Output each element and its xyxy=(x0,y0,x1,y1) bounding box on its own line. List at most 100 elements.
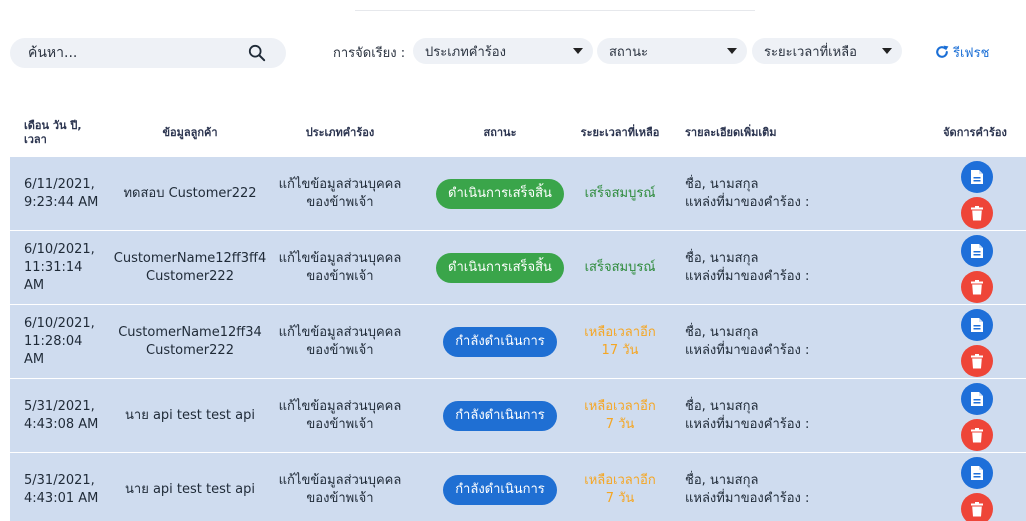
trash-icon xyxy=(971,501,983,516)
date-cell: 6/10/2021, 11:28:04 AM xyxy=(24,305,114,379)
view-request-button[interactable] xyxy=(961,235,993,267)
date-cell: 5/31/2021, 4:43:08 AM xyxy=(24,379,114,453)
customer-name: CustomerName12ff34 xyxy=(118,325,262,340)
header-remaining[interactable]: ระยะเวลาที่เหลือ xyxy=(580,110,660,156)
time-line-suffix: AM xyxy=(24,278,45,293)
delete-request-button[interactable] xyxy=(961,197,993,229)
trash-icon xyxy=(971,279,983,294)
header-date[interactable]: เดือน วัน ปี, เวลา xyxy=(24,110,104,156)
status-badge: กำลังดำเนินการ xyxy=(443,475,557,505)
customer-name: CustomerName12ff3ff4 xyxy=(113,251,267,266)
customer-name-line2: Customer222 xyxy=(146,343,234,358)
row-actions xyxy=(955,231,995,305)
remaining-days: 17 วัน xyxy=(601,343,639,358)
view-request-button[interactable] xyxy=(961,309,993,341)
table-row[interactable]: 6/11/2021, 9:23:44 AM ทดสอบ Customer222 … xyxy=(10,156,1026,230)
detail-name: ชื่อ, นามสกุล xyxy=(685,251,759,266)
delete-request-button[interactable] xyxy=(961,271,993,303)
status-cell: กำลังดำเนินการ xyxy=(430,305,570,379)
document-icon xyxy=(971,244,983,258)
table-row[interactable]: 5/31/2021, 4:43:08 AM นาย api test test … xyxy=(10,378,1026,452)
table-row[interactable]: 5/31/2021, 4:43:01 AM นาย api test test … xyxy=(10,452,1026,521)
delete-request-button[interactable] xyxy=(961,493,993,521)
remaining-cell: เหลือเวลาอีก 17 วัน xyxy=(580,305,660,379)
detail-source: แหล่งที่มาของคำร้อง : xyxy=(685,343,810,358)
details-cell: ชื่อ, นามสกุล แหล่งที่มาของคำร้อง : xyxy=(685,157,905,231)
refresh-button[interactable]: รีเฟรช xyxy=(934,40,989,64)
request-type: แก้ไขข้อมูลส่วนบุคคล xyxy=(278,399,402,414)
requests-table: เดือน วัน ปี, เวลา ข้อมูลลูกค้า ประเภทคำ… xyxy=(10,110,1026,521)
remaining-text: เหลือเวลาอีก xyxy=(584,399,656,414)
caret-down-icon xyxy=(882,48,892,54)
time-remaining-select[interactable]: ระยะเวลาที่เหลือ xyxy=(752,38,902,64)
caret-down-icon xyxy=(727,48,737,54)
time-line: 4:43:08 AM xyxy=(24,417,99,432)
status-badge: กำลังดำเนินการ xyxy=(443,401,557,431)
status-select[interactable]: สถานะ xyxy=(597,38,747,64)
header-customer[interactable]: ข้อมูลลูกค้า xyxy=(115,110,265,156)
customer-cell: CustomerName12ff34 Customer222 xyxy=(115,305,265,379)
view-request-button[interactable] xyxy=(961,161,993,193)
delete-request-button[interactable] xyxy=(961,419,993,451)
remaining-text: เหลือเวลาอีก xyxy=(584,325,656,340)
table-row[interactable]: 6/10/2021, 11:31:14 AM CustomerName12ff3… xyxy=(10,230,1026,304)
details-cell: ชื่อ, นามสกุล แหล่งที่มาของคำร้อง : xyxy=(685,305,905,379)
request-type: แก้ไขข้อมูลส่วนบุคคล xyxy=(278,325,402,340)
status-badge: กำลังดำเนินการ xyxy=(443,327,557,357)
trash-icon xyxy=(971,427,983,442)
customer-cell: นาย api test test api xyxy=(115,453,265,521)
remaining-cell: เหลือเวลาอีก 7 วัน xyxy=(580,453,660,521)
date-cell: 6/10/2021, 11:31:14 AM xyxy=(24,231,114,305)
status-cell: ดำเนินการเสร็จสิ้น xyxy=(430,231,570,305)
date-line: 5/31/2021, xyxy=(24,399,95,414)
request-type-line2: ของข้าพเจ้า xyxy=(306,343,374,358)
date-cell: 6/11/2021, 9:23:44 AM xyxy=(24,157,114,231)
delete-request-button[interactable] xyxy=(961,345,993,377)
row-actions xyxy=(955,157,995,231)
detail-source: แหล่งที่มาของคำร้อง : xyxy=(685,491,810,506)
search-icon[interactable] xyxy=(248,44,266,62)
time-remaining-select-value: ระยะเวลาที่เหลือ xyxy=(764,45,857,60)
customer-name: นาย api test test api xyxy=(125,482,255,497)
document-icon xyxy=(971,170,983,184)
status-cell: กำลังดำเนินการ xyxy=(430,379,570,453)
filter-bar: การจัดเรียง : ประเภทคำร้อง สถานะ ระยะเวล… xyxy=(0,30,1026,70)
request-type-select-value: ประเภทคำร้อง xyxy=(425,45,506,60)
detail-name: ชื่อ, นามสกุล xyxy=(685,177,759,192)
details-cell: ชื่อ, นามสกุล แหล่งที่มาของคำร้อง : xyxy=(685,379,905,453)
date-cell: 5/31/2021, 4:43:01 AM xyxy=(24,453,114,521)
remaining-cell: เสร็จสมบูรณ์ xyxy=(580,157,660,231)
detail-source: แหล่งที่มาของคำร้อง : xyxy=(685,417,810,432)
header-details[interactable]: รายละเอียดเพิ่มเติม xyxy=(685,110,885,156)
request-type-select[interactable]: ประเภทคำร้อง xyxy=(413,38,593,64)
table-row[interactable]: 6/10/2021, 11:28:04 AM CustomerName12ff3… xyxy=(10,304,1026,378)
sort-label: การจัดเรียง : xyxy=(333,46,406,61)
view-request-button[interactable] xyxy=(961,383,993,415)
document-icon xyxy=(971,392,983,406)
time-line: 4:43:01 AM xyxy=(24,491,99,506)
remaining-days: 7 วัน xyxy=(605,417,635,432)
remaining-text: เสร็จสมบูรณ์ xyxy=(584,260,656,275)
document-icon xyxy=(971,318,983,332)
table-body: 6/11/2021, 9:23:44 AM ทดสอบ Customer222 … xyxy=(10,156,1026,521)
request-type-line2: ของข้าพเจ้า xyxy=(306,269,374,284)
detail-source: แหล่งที่มาของคำร้อง : xyxy=(685,195,810,210)
time-line: 9:23:44 AM xyxy=(24,195,99,210)
trash-icon xyxy=(971,205,983,220)
row-actions xyxy=(955,305,995,379)
customer-name-line2: Customer222 xyxy=(146,269,234,284)
date-line: 5/31/2021, xyxy=(24,473,95,488)
header-status[interactable]: สถานะ xyxy=(430,110,570,156)
type-cell: แก้ไขข้อมูลส่วนบุคคล ของข้าพเจ้า xyxy=(275,453,405,521)
search-box[interactable] xyxy=(10,38,286,68)
type-cell: แก้ไขข้อมูลส่วนบุคคล ของข้าพเจ้า xyxy=(275,231,405,305)
header-type[interactable]: ประเภทคำร้อง xyxy=(275,110,405,156)
request-type-line2: ของข้าพเจ้า xyxy=(306,417,374,432)
remaining-cell: เสร็จสมบูรณ์ xyxy=(580,231,660,305)
detail-name: ชื่อ, นามสกุล xyxy=(685,325,759,340)
type-cell: แก้ไขข้อมูลส่วนบุคคล ของข้าพเจ้า xyxy=(275,305,405,379)
document-icon xyxy=(971,466,983,480)
date-line: 6/10/2021, xyxy=(24,316,95,331)
search-input[interactable] xyxy=(28,38,238,68)
view-request-button[interactable] xyxy=(961,457,993,489)
